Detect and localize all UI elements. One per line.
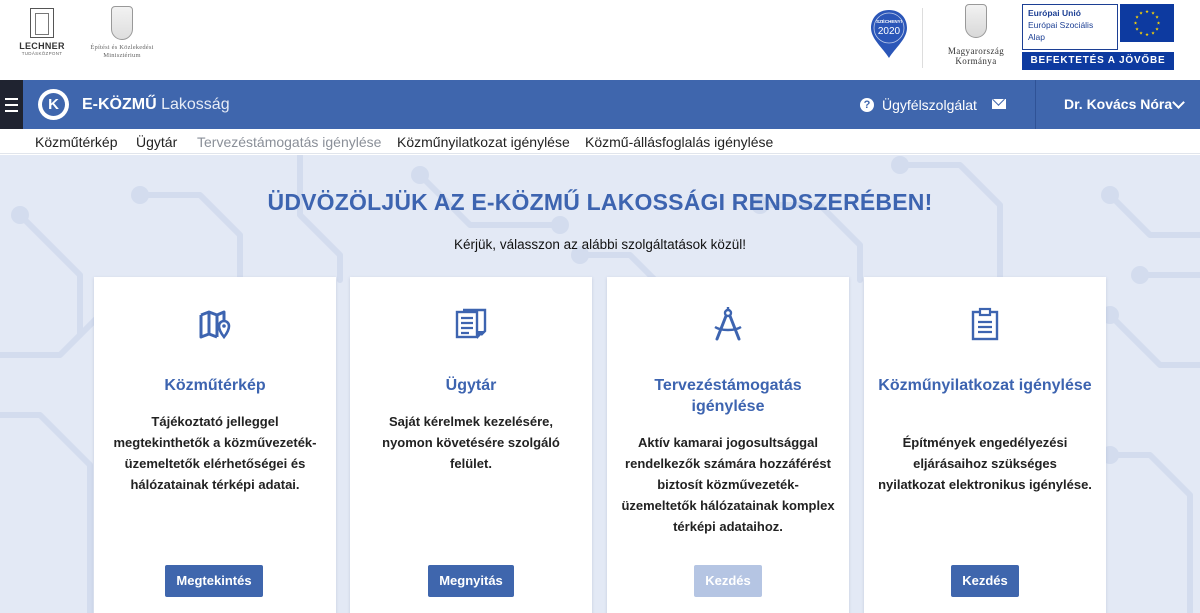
logo-band: LECHNER TUDÁSKÖZPONT Építési és Közleked… [0, 0, 1200, 80]
svg-text:★: ★ [1155, 27, 1159, 33]
nav-kozmunyilatkozat[interactable]: Közműnyilatkozat igénylése [397, 129, 570, 155]
brand-thin: Lakosság [161, 96, 230, 113]
brand-title[interactable]: E-KÖZMŰ Lakosság [82, 80, 230, 129]
user-menu[interactable]: Dr. Kovács Nóra [1064, 80, 1172, 129]
service-card-tervezestamogatas: Tervezéstámogatás igénylése Aktív kamara… [607, 277, 849, 613]
government-crest-icon [965, 4, 987, 38]
map-icon [199, 310, 231, 340]
compass-icon [714, 307, 742, 341]
view-map-button[interactable]: Megtekintés [165, 565, 263, 597]
lechner-name: LECHNER [19, 41, 65, 51]
ekozmu-logo-icon[interactable]: K [38, 89, 69, 120]
card-description: Saját kérelmek kezelésére, nyomon követé… [382, 414, 560, 471]
service-card-kozmunyilatkozat: Közműnyilatkozat igénylése Építmények en… [864, 277, 1106, 613]
eu-line2: Európai Szociális [1028, 20, 1094, 30]
nav-tervezestamogatas[interactable]: Tervezéstámogatás igénylése [197, 129, 381, 155]
card-title: Közműnyilatkozat igénylése [878, 377, 1092, 394]
clipboard-icon [971, 307, 999, 341]
svg-text:★: ★ [1145, 32, 1149, 38]
service-card-ugytar: Ügytár Saját kérelmek kezelésére, nyomon… [350, 277, 592, 613]
help-icon: ? [860, 97, 874, 112]
chevron-down-icon[interactable] [1172, 96, 1185, 109]
government-name-line2: Kormánya [955, 56, 997, 66]
card-title: Közműtérkép [164, 377, 266, 394]
ministry-logo: Építési és Közlekedési Minisztérium [82, 6, 162, 60]
ministry-name-line1: Építési és Közlekedési [90, 44, 154, 51]
user-divider [1035, 80, 1036, 129]
welcome-subtitle: Kérjük, válasszon az alábbi szolgáltatás… [454, 237, 746, 252]
ministry-name-line2: Minisztérium [103, 52, 141, 59]
card-title: Tervezéstámogatás igénylése [654, 377, 802, 415]
logo-divider [922, 8, 923, 68]
hero-section: ÜDVÖZÖLJÜK AZ E-KÖZMŰ LAKOSSÁGI RENDSZER… [0, 155, 1200, 613]
card-description: Építmények engedélyezési eljárásaihoz sz… [878, 435, 1092, 492]
open-ugytar-button[interactable]: Megnyitás [428, 565, 514, 597]
start-kozmunyilatkozat-button[interactable]: Kezdés [951, 565, 1019, 597]
brand-bold: E-KÖZMŰ [82, 96, 157, 113]
mail-icon[interactable] [992, 99, 1006, 109]
eu-flag-icon: ★ ★★ ★★★ ★★★ ★★★ [1120, 4, 1174, 42]
support-label: Ügyfélszolgálat [882, 96, 977, 113]
document-icon [455, 308, 487, 339]
svg-text:★: ★ [1135, 27, 1139, 33]
card-description: Aktív kamarai jogosultsággal rendelkezők… [621, 435, 835, 534]
eu-text-box: Európai Unió Európai Szociális Alap [1022, 4, 1118, 50]
service-card-kozmuterkep: Közműtérkép Tájékoztató jelleggel megtek… [94, 277, 336, 613]
eu-line3: Alap [1028, 32, 1046, 42]
government-logo: Magyarország Kormánya [936, 4, 1016, 66]
welcome-title: ÜDVÖZÖLJÜK AZ E-KÖZMŰ LAKOSSÁGI RENDSZER… [267, 189, 933, 215]
szechenyi-2020-logo: SZÉCHENYI 2020 [871, 10, 907, 58]
lechner-mark-icon [30, 8, 54, 38]
ministry-crest-icon [111, 6, 133, 40]
svg-text:★: ★ [1156, 21, 1160, 27]
lechner-logo[interactable]: LECHNER TUDÁSKÖZPONT [18, 8, 66, 56]
card-title: Ügytár [445, 377, 497, 394]
app-bar: K E-KÖZMŰ Lakosság ? Ügyfélszolgálat Dr.… [0, 80, 1200, 129]
szechenyi-top-text: SZÉCHENYI [876, 17, 902, 24]
eu-invest-banner: BEFEKTETÉS A JÖVŐBE [1022, 52, 1174, 70]
svg-text:★: ★ [1155, 15, 1159, 21]
lechner-sub: TUDÁSKÖZPONT [21, 51, 63, 56]
svg-text:★: ★ [1139, 31, 1143, 37]
eu-line1: Európai Unió [1028, 8, 1081, 18]
card-description: Tájékoztató jelleggel megtekinthetők a k… [113, 414, 317, 492]
eu-funding-logo: Európai Unió Európai Szociális Alap ★ ★ ★ … [1022, 4, 1174, 70]
nav-kozmu-allasfoglalas[interactable]: Közmű-állásfoglalás igénylése [585, 129, 773, 155]
svg-text:★: ★ [1139, 11, 1143, 17]
nav-ugytar[interactable]: Ügytár [136, 129, 177, 155]
nav-kozmuterkep[interactable]: Közműtérkép [35, 129, 117, 155]
szechenyi-year-text: 2020 [878, 26, 901, 37]
government-name-line1: Magyarország [947, 46, 1005, 56]
menu-icon[interactable] [0, 80, 23, 129]
svg-text:★: ★ [1151, 31, 1155, 37]
svg-text:★: ★ [1133, 21, 1137, 27]
support-link[interactable]: ? Ügyfélszolgálat [860, 80, 977, 129]
sub-navigation: Közműtérkép Ügytár Tervezéstámogatás igé… [0, 129, 1200, 154]
start-tervezestamogatas-button[interactable]: Kezdés [694, 565, 762, 597]
svg-text:★: ★ [1145, 9, 1149, 15]
